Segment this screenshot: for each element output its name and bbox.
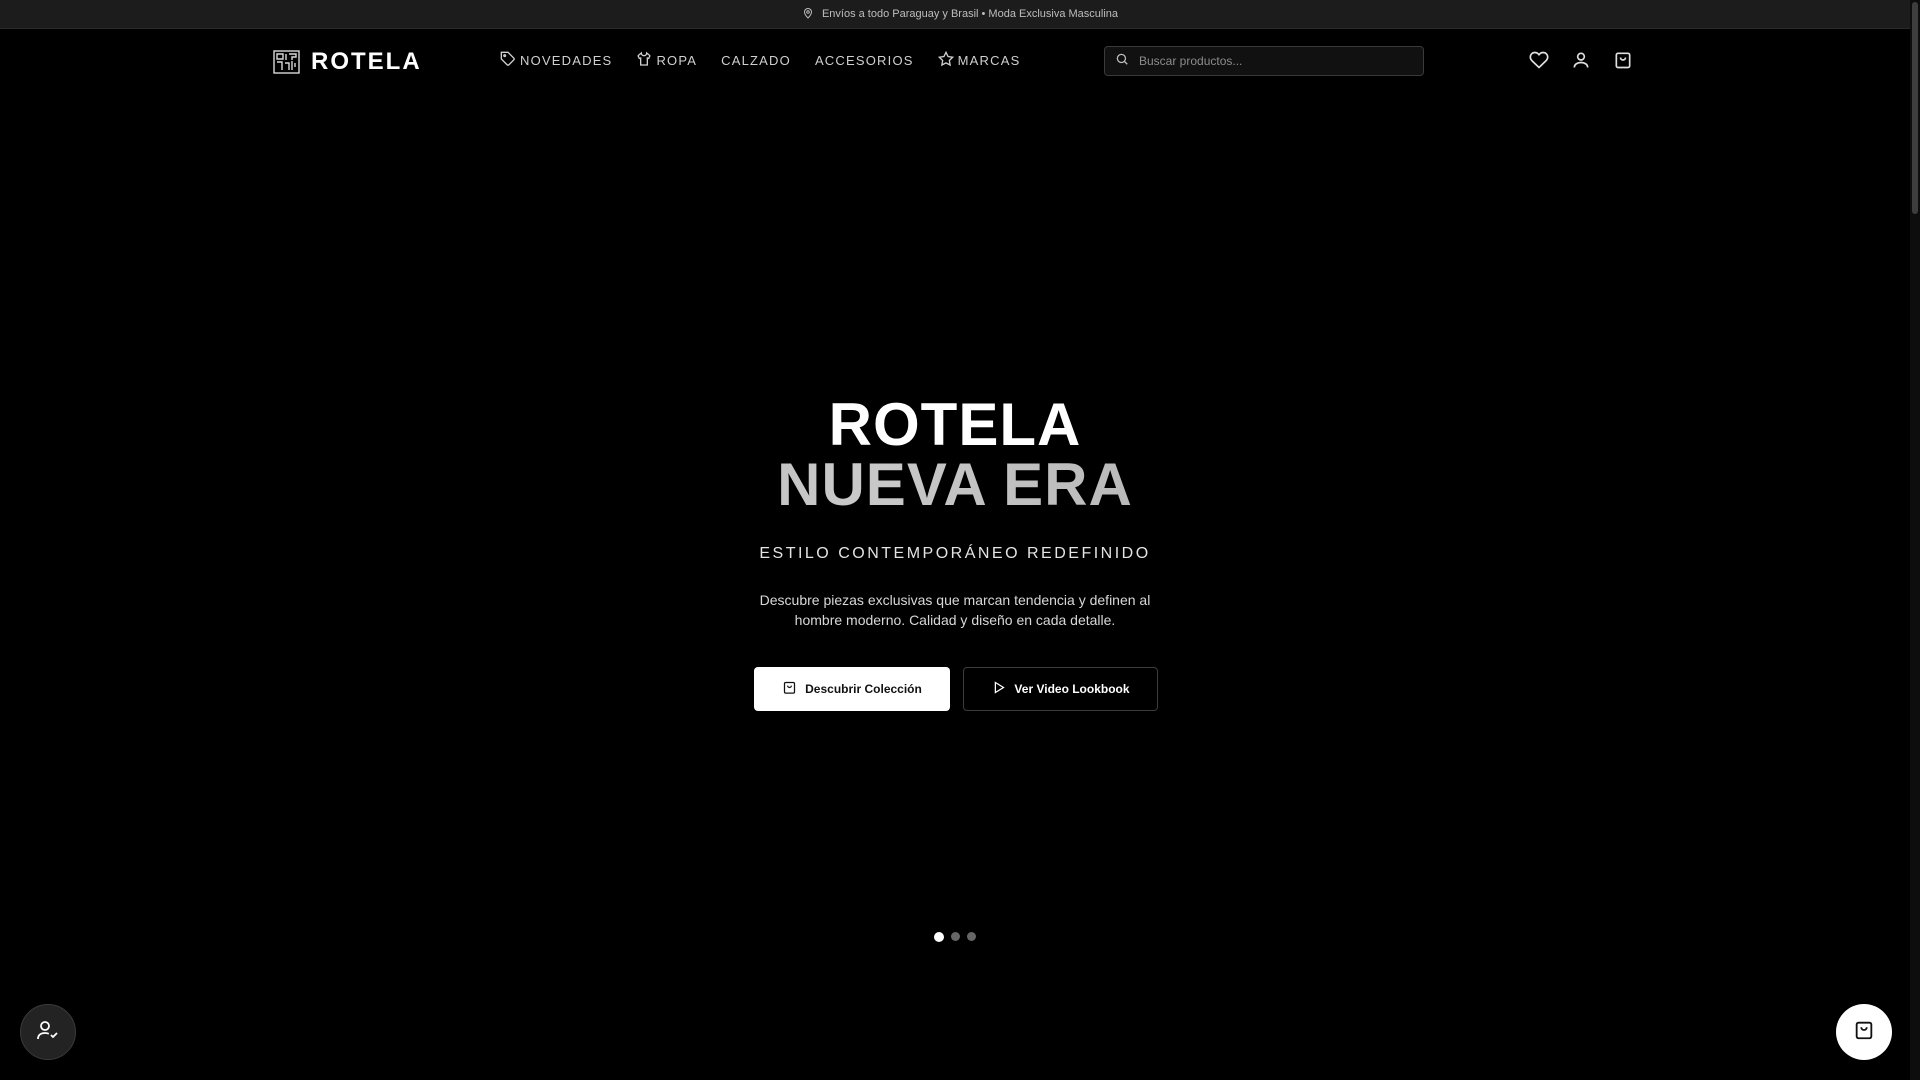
main-nav: NOVEDADES ROPA CALZADO ACCESORIOS MARCAS (500, 50, 1021, 70)
hero-description: Descubre piezas exclusivas que marcan te… (759, 592, 1151, 628)
page-scrollbar[interactable] (1910, 0, 1920, 1080)
logo-mark-icon (273, 50, 300, 74)
logo-text: ROTELA (311, 48, 422, 75)
hero-title: ROTELA (828, 391, 1082, 458)
star-icon (937, 50, 954, 70)
carousel-dot[interactable] (934, 931, 944, 942)
button-label: Descubrir Colección (805, 682, 922, 696)
hero-tagline: ESTILO CONTEMPORÁNEO REDEFINIDO (759, 545, 1151, 562)
nav-label: CALZADO (721, 53, 791, 68)
announcement-text: Envíos a todo Paraguay y Brasil • Moda E… (821, 8, 1119, 20)
nav-label: ROPA (656, 53, 698, 68)
nav-item-ropa[interactable]: ROPA (636, 51, 697, 70)
watch-lookbook-button[interactable]: Ver Video Lookbook (963, 667, 1158, 711)
scrollbar-thumb[interactable] (1912, 2, 1918, 214)
shopping-bag-icon[interactable] (1613, 50, 1633, 70)
search-icon (1115, 52, 1129, 71)
play-icon (991, 680, 1006, 698)
cart-fab-button[interactable] (1836, 1004, 1892, 1060)
site-header: ROTELA NOVEDADES ROPA CALZADO ACCESORIOS… (0, 29, 1920, 92)
user-icon[interactable] (1571, 50, 1591, 70)
announcement-bar: Envíos a todo Paraguay y Brasil • Moda E… (0, 0, 1920, 29)
search-input[interactable] (1137, 53, 1407, 69)
button-label: Ver Video Lookbook (1014, 682, 1130, 696)
shirt-icon (636, 51, 652, 70)
nav-label: NOVEDADES (520, 53, 613, 68)
hero-banner: ROTELA NUEVA ERA ESTILO CONTEMPORÁNEO RE… (0, 92, 1910, 1080)
discover-collection-button[interactable]: Descubrir Colección (754, 667, 950, 711)
carousel-dot[interactable] (967, 932, 976, 941)
tag-icon (500, 51, 516, 70)
header-actions (1529, 50, 1633, 70)
nav-label: ACCESORIOS (814, 53, 914, 68)
nav-item-accesorios[interactable]: ACCESORIOS (815, 53, 914, 68)
shopping-bag-icon (1853, 1019, 1875, 1046)
search-box (1104, 46, 1424, 76)
user-check-icon (36, 1018, 60, 1047)
carousel-dot[interactable] (951, 932, 960, 941)
nav-label: MARCAS (957, 53, 1021, 68)
nav-item-marcas[interactable]: MARCAS (937, 50, 1021, 70)
shopping-bag-icon (782, 680, 797, 698)
carousel-indicators (934, 931, 976, 942)
logo[interactable]: ROTELA (273, 48, 422, 76)
map-pin-icon (802, 7, 814, 22)
account-fab-button[interactable] (20, 1004, 76, 1060)
nav-item-calzado[interactable]: CALZADO (721, 53, 791, 68)
heart-icon[interactable] (1529, 50, 1549, 70)
nav-item-novedades[interactable]: NOVEDADES (500, 51, 612, 70)
hero-subtitle: NUEVA ERA (0, 454, 1910, 516)
